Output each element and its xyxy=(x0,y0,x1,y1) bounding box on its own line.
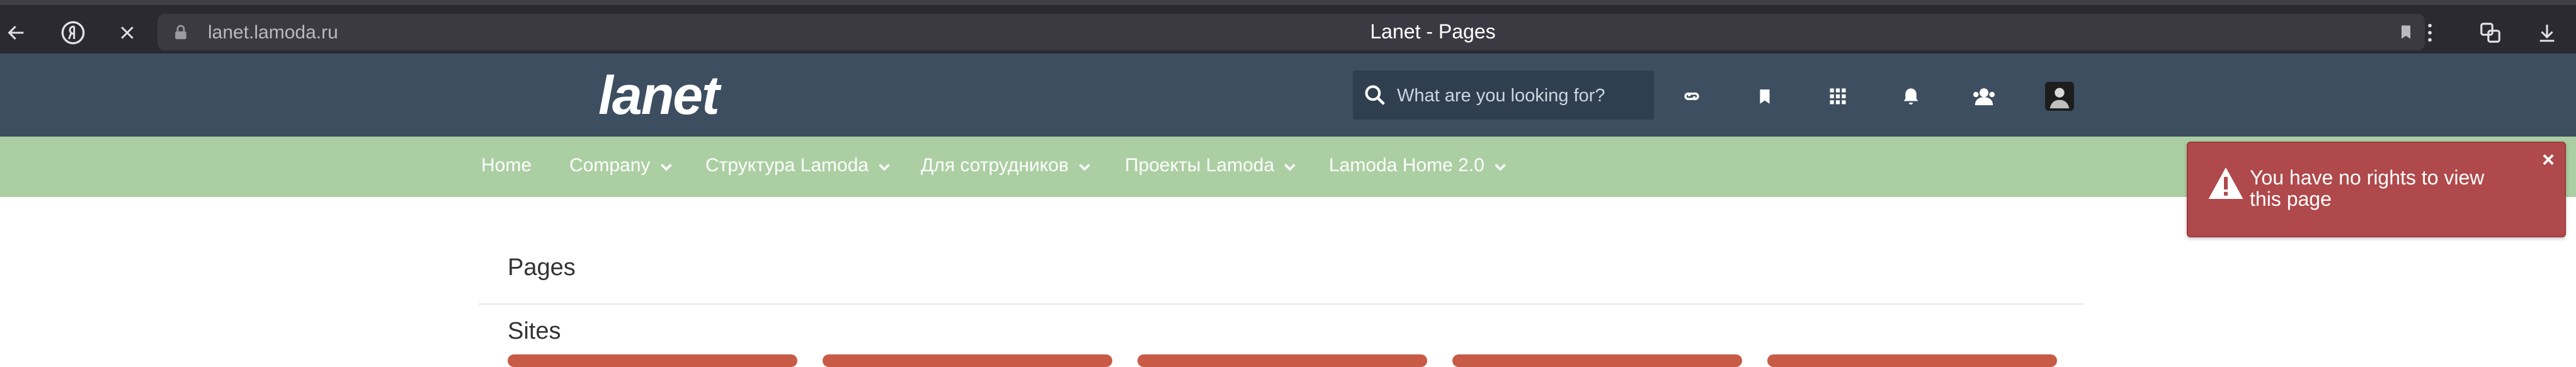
address-bar[interactable]: Lanet - Pages lanet.lamoda.ru xyxy=(157,14,2425,50)
nav-item-label: Структура Lamoda xyxy=(705,155,869,176)
nav-item-label: Для сотрудников xyxy=(921,155,1069,176)
page-title: Pages xyxy=(508,254,576,281)
toast-message: You have no rights to view this page xyxy=(2250,166,2485,210)
more-menu-icon[interactable] xyxy=(2414,16,2446,49)
sites-heading: Sites xyxy=(508,318,561,344)
warning-icon xyxy=(2207,166,2245,204)
back-icon[interactable] xyxy=(0,16,33,49)
nav-item-label: Lamoda Home 2.0 xyxy=(1329,155,1485,176)
people-icon[interactable] xyxy=(1965,77,2003,115)
chevron-down-icon xyxy=(1284,155,1296,177)
error-toast: You have no rights to view this page × xyxy=(2187,142,2566,237)
search-input[interactable] xyxy=(1396,71,1650,121)
stop-loading-icon[interactable] xyxy=(111,16,144,49)
site-card[interactable] xyxy=(1767,354,2057,367)
apps-grid-icon[interactable] xyxy=(1819,77,1857,115)
url-text: lanet.lamoda.ru xyxy=(208,22,338,43)
chevron-down-icon xyxy=(660,155,672,177)
close-icon[interactable]: × xyxy=(2542,148,2555,172)
tab-title: Lanet - Pages xyxy=(1370,20,1496,43)
nav-item-employees[interactable]: Для сотрудников xyxy=(921,155,1090,177)
chevron-down-icon xyxy=(879,155,891,177)
site-card[interactable] xyxy=(1452,354,1742,367)
extensions-icon[interactable] xyxy=(2474,16,2507,49)
divider xyxy=(479,303,2083,305)
nav-item-label: Company xyxy=(569,155,651,176)
notifications-bell-icon[interactable] xyxy=(1892,77,1930,115)
bookmark-icon[interactable] xyxy=(1746,77,1784,115)
site-card[interactable] xyxy=(1137,354,1427,367)
lanet-logo[interactable]: lanet xyxy=(598,65,720,127)
site-card[interactable] xyxy=(508,354,797,367)
lock-icon xyxy=(171,22,190,45)
user-avatar[interactable] xyxy=(2041,77,2078,115)
link-icon[interactable] xyxy=(1673,77,1711,115)
search-icon xyxy=(1363,83,1387,110)
nav-item-projects[interactable]: Проекты Lamoda xyxy=(1125,155,1296,177)
search-box[interactable] xyxy=(1353,71,1654,121)
chevron-down-icon xyxy=(1079,155,1090,177)
nav-item-label: Проекты Lamoda xyxy=(1125,155,1275,176)
app-header: lanet xyxy=(0,54,2576,137)
chevron-down-icon xyxy=(1495,155,1506,177)
nav-item-company[interactable]: Company xyxy=(569,155,672,177)
nav-item-structure[interactable]: Структура Lamoda xyxy=(705,155,891,177)
nav-item-label: Home xyxy=(481,155,532,176)
yandex-icon[interactable] xyxy=(57,16,89,49)
nav-item-home[interactable]: Home xyxy=(481,155,532,176)
nav-item-lamoda-home[interactable]: Lamoda Home 2.0 xyxy=(1329,155,1506,177)
site-card[interactable] xyxy=(823,354,1112,367)
bookmark-page-icon[interactable] xyxy=(2397,21,2415,46)
download-icon[interactable] xyxy=(2531,16,2563,49)
browser-toolbar: Lanet - Pages lanet.lamoda.ru xyxy=(0,0,2576,54)
